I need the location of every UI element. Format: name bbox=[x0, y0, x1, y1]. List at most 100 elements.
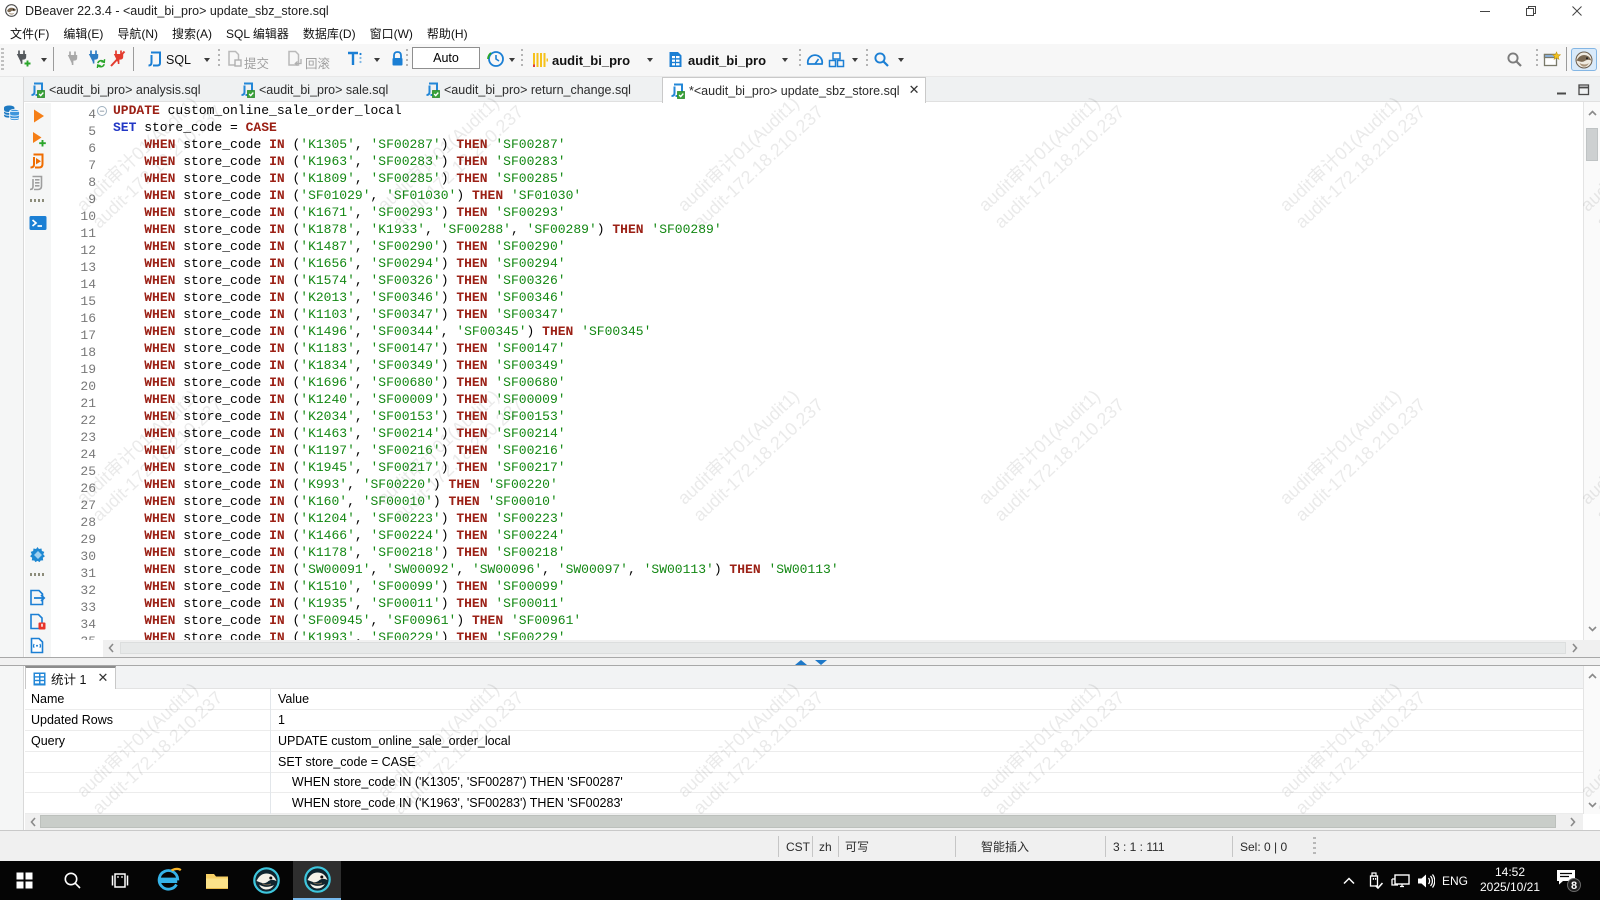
lock-icon[interactable] bbox=[390, 50, 405, 67]
tray-clock[interactable]: 14:52 2025/10/21 bbox=[1475, 865, 1545, 895]
data-transfer-icon[interactable] bbox=[828, 51, 845, 68]
dbeaver-perspective-button[interactable] bbox=[1571, 48, 1597, 71]
start-button[interactable] bbox=[2, 861, 46, 900]
status-insert-mode[interactable]: 智能插入 bbox=[981, 834, 1029, 859]
editor-hscroll-thumb[interactable] bbox=[120, 642, 1566, 654]
menu-file[interactable]: 文件(F) bbox=[10, 23, 49, 44]
sql-search-dropdown[interactable] bbox=[898, 58, 904, 62]
connection-selector-dropdown[interactable] bbox=[647, 58, 653, 62]
table-row[interactable]: WHEN store_code IN ('K1305', 'SF00287') … bbox=[25, 772, 1583, 793]
editor-vscrollbar[interactable] bbox=[1583, 102, 1600, 640]
code-area[interactable]: UPDATE custom_online_sale_order_localSET… bbox=[113, 102, 839, 640]
editor-results-splitter[interactable] bbox=[0, 657, 1600, 666]
splitter-maximize-icon[interactable] bbox=[795, 660, 807, 665]
export-result-icon[interactable] bbox=[28, 589, 48, 606]
scroll-up-icon[interactable] bbox=[1588, 673, 1597, 679]
sql-editor[interactable]: 4567891011121314151617181920212223242526… bbox=[51, 102, 1583, 640]
dbeaver-taskbar-button[interactable] bbox=[244, 861, 288, 900]
task-view-button[interactable] bbox=[98, 861, 142, 900]
tab-analysis-sql[interactable]: <audit_bi_pro> analysis.sql bbox=[23, 77, 207, 102]
transaction-mode-dropdown[interactable] bbox=[374, 58, 380, 62]
sql-editor-label[interactable]: SQL bbox=[166, 53, 191, 67]
new-connection-dropdown[interactable] bbox=[41, 58, 47, 62]
window-close-button[interactable] bbox=[1554, 0, 1600, 22]
execute-script-icon[interactable] bbox=[28, 153, 48, 170]
results-hscrollbar[interactable] bbox=[25, 814, 1583, 830]
script-variables-icon[interactable] bbox=[28, 637, 48, 654]
sql-editor-icon[interactable] bbox=[146, 50, 163, 68]
more-actions-dots[interactable] bbox=[30, 199, 44, 202]
database-navigator-icon[interactable] bbox=[3, 105, 20, 121]
tab-return-change-sql[interactable]: <audit_bi_pro> return_change.sql bbox=[418, 77, 637, 102]
menu-window[interactable]: 窗口(W) bbox=[370, 23, 413, 44]
tab-close-icon[interactable]: ✕ bbox=[909, 83, 920, 98]
scroll-down-icon[interactable] bbox=[1588, 802, 1597, 808]
tray-volume-button[interactable] bbox=[1412, 861, 1440, 900]
database-selector-dropdown[interactable] bbox=[782, 58, 788, 62]
rollback-button-label[interactable]: 回滚 bbox=[305, 53, 330, 72]
scroll-up-icon[interactable] bbox=[1588, 110, 1597, 116]
menu-help[interactable]: 帮助(H) bbox=[427, 23, 468, 44]
internet-explorer-button[interactable] bbox=[146, 861, 190, 900]
scroll-down-icon[interactable] bbox=[1588, 626, 1597, 632]
scroll-left-icon[interactable] bbox=[108, 643, 114, 653]
reconnect-icon[interactable] bbox=[87, 50, 106, 68]
database-selector-icon[interactable] bbox=[668, 51, 683, 68]
sql-search-icon[interactable] bbox=[873, 51, 890, 68]
connection-selector-label[interactable]: audit_bi_pro bbox=[552, 53, 630, 68]
more-actions-dots[interactable] bbox=[30, 573, 44, 576]
results-tab-statistics[interactable]: 统计 1 ✕ bbox=[25, 666, 116, 689]
dbeaver-taskbar-button-active[interactable] bbox=[293, 861, 341, 900]
tray-network-button[interactable] bbox=[1386, 861, 1414, 900]
database-selector-label[interactable]: audit_bi_pro bbox=[688, 53, 766, 68]
menu-search[interactable]: 搜索(A) bbox=[172, 23, 212, 44]
tray-usb-button[interactable] bbox=[1362, 861, 1388, 900]
tray-expand-button[interactable] bbox=[1336, 861, 1362, 900]
minimize-editor-icon[interactable] bbox=[1555, 83, 1569, 97]
settings-gear-icon[interactable] bbox=[28, 546, 48, 564]
taskbar-search-button[interactable] bbox=[50, 861, 94, 900]
menu-sql-editor[interactable]: SQL 编辑器 bbox=[226, 23, 289, 44]
transaction-mode-icon[interactable] bbox=[346, 50, 364, 68]
menu-edit[interactable]: 编辑(E) bbox=[63, 23, 103, 44]
execute-new-tab-icon[interactable] bbox=[28, 131, 48, 148]
save-errors-icon[interactable] bbox=[28, 613, 48, 630]
rollback-icon[interactable] bbox=[286, 50, 303, 67]
sql-editor-dropdown[interactable] bbox=[204, 58, 210, 62]
splitter-minimize-icon[interactable] bbox=[815, 660, 827, 665]
editor-vscroll-thumb[interactable] bbox=[1586, 128, 1598, 161]
window-minimize-button[interactable] bbox=[1462, 0, 1508, 22]
menu-navigate[interactable]: 导航(N) bbox=[117, 23, 158, 44]
table-row[interactable]: WHEN store_code IN ('K1963', 'SF00283') … bbox=[25, 793, 1583, 814]
transaction-log-dropdown[interactable] bbox=[509, 58, 515, 62]
scroll-right-icon[interactable] bbox=[1570, 817, 1576, 827]
open-perspective-icon[interactable] bbox=[1543, 51, 1561, 68]
status-caret-position[interactable]: 3 : 1 : 111 bbox=[1113, 834, 1165, 859]
table-row[interactable]: QueryUPDATE custom_online_sale_order_loc… bbox=[25, 731, 1583, 752]
execute-statement-icon[interactable] bbox=[28, 108, 48, 124]
explain-plan-icon[interactable] bbox=[28, 175, 48, 192]
tab-sale-sql[interactable]: <audit_bi_pro> sale.sql bbox=[233, 77, 394, 102]
scroll-right-icon[interactable] bbox=[1572, 643, 1578, 653]
file-explorer-button[interactable] bbox=[195, 861, 239, 900]
scroll-left-icon[interactable] bbox=[30, 817, 36, 827]
action-center-button[interactable]: 8 bbox=[1548, 861, 1588, 900]
transaction-log-icon[interactable] bbox=[487, 50, 505, 68]
menu-database[interactable]: 数据库(D) bbox=[303, 23, 356, 44]
commit-button-label[interactable]: 提交 bbox=[244, 53, 269, 72]
clickhouse-driver-icon[interactable] bbox=[532, 52, 548, 68]
tray-language-button[interactable]: ENG bbox=[1438, 861, 1472, 900]
sql-console-icon[interactable] bbox=[28, 215, 48, 231]
statistics-table[interactable]: NameValueUpdated Rows1QueryUPDATE custom… bbox=[25, 689, 1600, 814]
commit-icon[interactable] bbox=[226, 50, 242, 67]
results-tab-close-icon[interactable]: ✕ bbox=[97, 671, 108, 686]
tab-update-sbz-store-sql[interactable]: *<audit_bi_pro> update_sbz_store.sql ✕ bbox=[662, 77, 926, 103]
results-hscroll-thumb[interactable] bbox=[40, 815, 1556, 828]
data-transfer-dropdown[interactable] bbox=[852, 58, 858, 62]
new-connection-icon[interactable] bbox=[15, 50, 32, 68]
results-vscrollbar[interactable] bbox=[1583, 666, 1600, 814]
fold-collapse-icon[interactable]: − bbox=[97, 106, 107, 116]
connect-icon[interactable] bbox=[66, 51, 80, 67]
editor-hscrollbar[interactable] bbox=[103, 640, 1583, 657]
commit-mode-combo[interactable]: Auto bbox=[412, 47, 480, 69]
